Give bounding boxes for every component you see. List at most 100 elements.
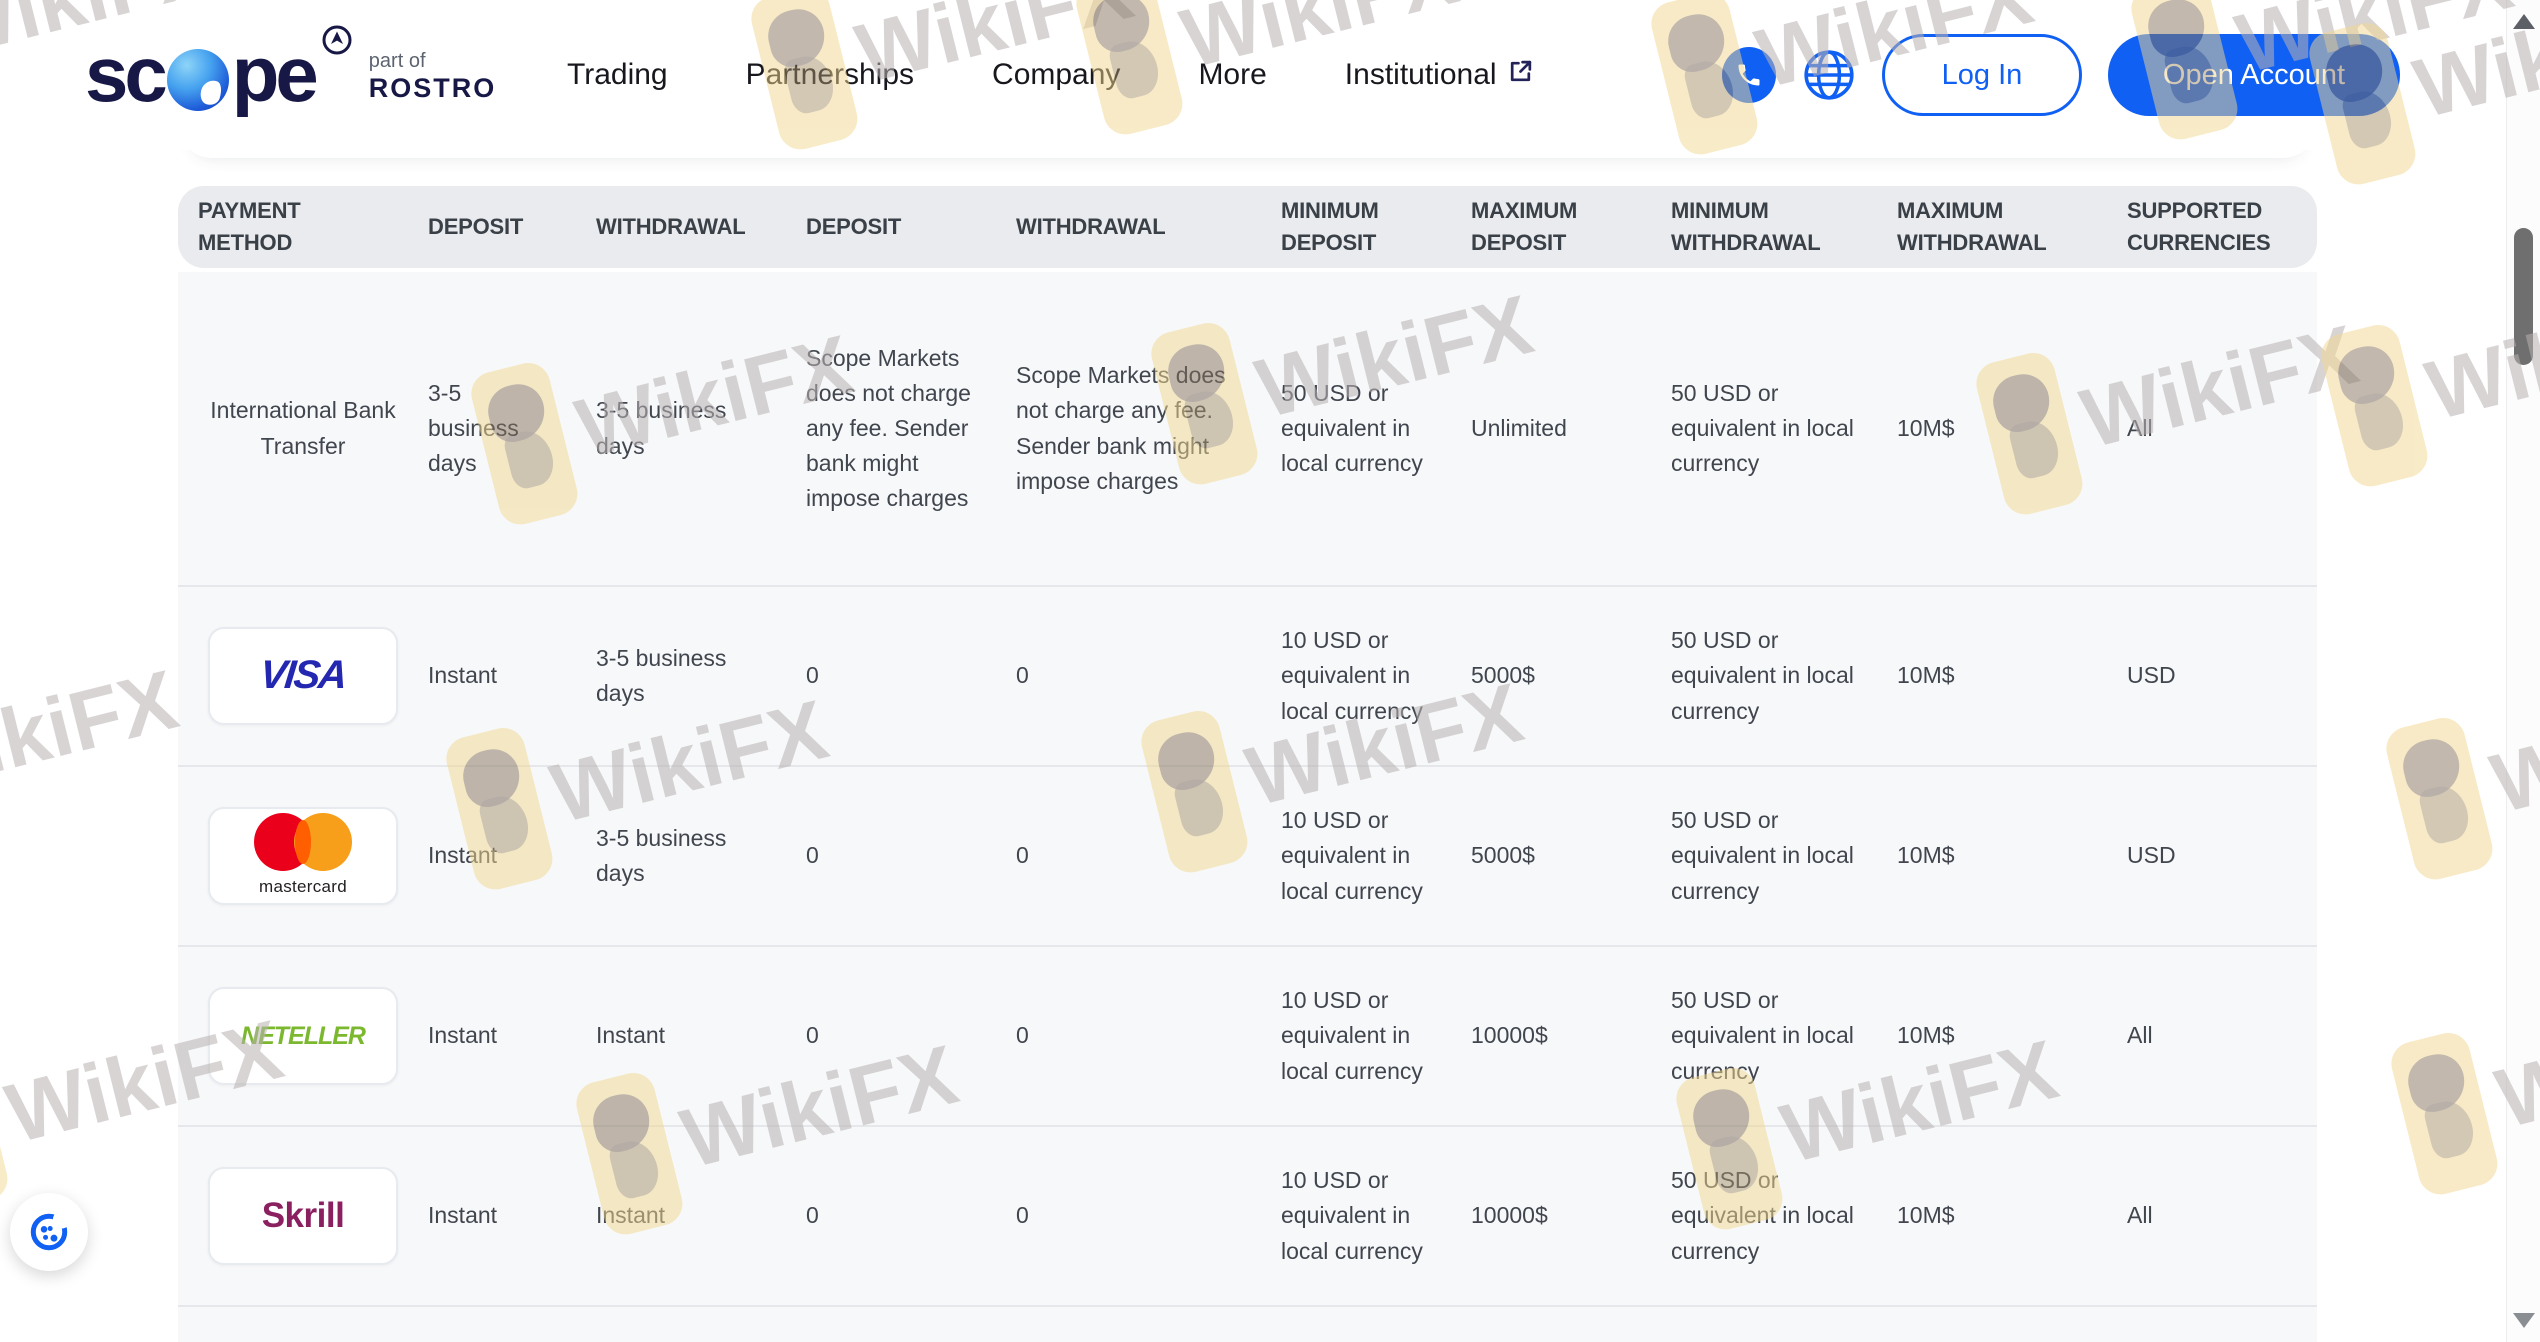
external-link-icon [1507, 58, 1534, 93]
table-cell: 0 [1016, 1000, 1281, 1071]
table-cell: 0 [806, 1000, 1016, 1071]
table-cell: Instant [596, 1180, 806, 1251]
skrill-logo: Skrill [208, 1167, 398, 1265]
wikifx-eagle-badge-icon [2317, 320, 2432, 491]
nav-right-cluster: Log In Open Account [1722, 0, 2400, 150]
table-row: VISAInstant3-5 business days0010 USD or … [178, 587, 2317, 767]
nav-item-company[interactable]: Company [992, 58, 1120, 92]
table-cell: 50 USD or equivalent in local currency [1671, 605, 1897, 747]
column-header: SUPPORTED CURRENCIES [2127, 195, 2317, 259]
nav-item-institutional-label: Institutional [1345, 58, 1497, 92]
nav-item-partnerships[interactable]: Partnerships [746, 58, 914, 92]
table-cell: 10000$ [1471, 1000, 1671, 1071]
column-header: PAYMENT METHOD [178, 195, 428, 259]
nav-links: Trading Partnerships Company More Instit… [567, 0, 1534, 150]
table-row: NETELLERInstantInstant0010 USD or equiva… [178, 947, 2317, 1127]
wikifx-eagle-badge-icon [2387, 1028, 2502, 1199]
payment-method-label: International Bank Transfer [188, 393, 418, 463]
table-cell: 50 USD or equivalent in local currency [1671, 785, 1897, 927]
vertical-scrollbar[interactable] [2506, 0, 2540, 1342]
nav-item-trading[interactable]: Trading [567, 58, 668, 92]
neteller-wordmark: NETELLER [241, 1017, 365, 1055]
nav-item-more[interactable]: More [1198, 58, 1266, 92]
wikifx-eagle-badge-icon [0, 1043, 12, 1214]
logo-sc: sc [85, 24, 164, 124]
cookie-settings-button[interactable] [10, 1193, 88, 1271]
neteller-logo: NETELLER [208, 987, 398, 1085]
table-cell: 50 USD or equivalent in local currency [1671, 1145, 1897, 1287]
column-header: MAXIMUM WITHDRAWAL [1897, 195, 2127, 259]
table-cell: 0 [806, 640, 1016, 711]
payment-method-cell: Skrill [178, 1149, 428, 1283]
table-cell: USD [2127, 820, 2317, 891]
table-cell: 0 [1016, 1180, 1281, 1251]
table-cell: 10 USD or equivalent in local currency [1281, 965, 1471, 1107]
scope-logo-wordmark: scpe [85, 24, 315, 124]
table-cell: Instant [428, 640, 596, 711]
table-cell: 5000$ [1471, 640, 1671, 711]
scope-logo-o-globe [167, 49, 229, 111]
table-cell: 5000$ [1471, 820, 1671, 891]
top-navbar: scpe part of ROSTRO Trading Partnerships… [0, 0, 2540, 150]
login-button[interactable]: Log In [1882, 34, 2082, 116]
table-cell: 3-5 business days [596, 623, 806, 729]
table-cell: All [2127, 1000, 2317, 1071]
payment-method-cell: VISA [178, 609, 428, 743]
table-body: International Bank Transfer3-5 business … [178, 272, 2317, 1342]
table-cell: 10M$ [1897, 820, 2127, 891]
table-cell: 0 [806, 1180, 1016, 1251]
table-cell: Instant [596, 1000, 806, 1071]
table-cell: Scope Markets does not charge any fee. S… [806, 323, 1016, 535]
wikifx-eagle-badge-icon [2382, 713, 2497, 884]
skrill-wordmark: Skrill [262, 1189, 345, 1243]
table-cell: 10M$ [1897, 1000, 2127, 1071]
scrollbar-up-arrow-icon[interactable] [2513, 14, 2535, 29]
table-row: International Bank Transfer3-5 business … [178, 272, 2317, 587]
visa-wordmark: VISA [257, 645, 349, 706]
table-cell: 3-5 business days [428, 358, 596, 500]
language-globe-button[interactable] [1802, 48, 1856, 102]
table-cell: 10 USD or equivalent in local currency [1281, 1145, 1471, 1287]
partner-name: ROSTRO [369, 73, 497, 104]
phone-contact-button[interactable] [1722, 47, 1776, 103]
visa-logo: VISA [208, 627, 398, 725]
page: scpe part of ROSTRO Trading Partnerships… [0, 0, 2540, 1342]
table-cell: Instant [428, 1000, 596, 1071]
table-cell: 0 [806, 820, 1016, 891]
table-row: 10 USD or equivalent in local currency [178, 1307, 2317, 1342]
column-header: MAXIMUM DEPOSIT [1471, 195, 1671, 259]
payment-method-cell: NETELLER [178, 969, 428, 1103]
column-header: WITHDRAWAL [596, 211, 806, 243]
table-cell: 10 USD or equivalent in local currency [1281, 1325, 1471, 1342]
wikifx-watermark: WikiFX [0, 622, 194, 864]
payment-method-cell: mastercard [178, 789, 428, 923]
logo-pe: pe [232, 24, 315, 124]
scope-logo[interactable]: scpe part of ROSTRO [85, 24, 496, 124]
payment-methods-table: PAYMENT METHOD DEPOSIT WITHDRAWAL DEPOSI… [178, 186, 2317, 1342]
table-row: mastercardInstant3-5 business days0010 U… [178, 767, 2317, 947]
nav-item-institutional[interactable]: Institutional [1345, 58, 1534, 93]
mastercard-mark: mastercard [254, 813, 352, 900]
open-account-button[interactable]: Open Account [2108, 34, 2400, 116]
column-header: DEPOSIT [806, 211, 1016, 243]
rostro-lockup: part of ROSTRO [369, 50, 497, 104]
table-cell: 10 USD or equivalent in local currency [1281, 785, 1471, 927]
table-cell: 0 [1016, 640, 1281, 711]
table-cell: USD [2127, 640, 2317, 711]
table-cell: Scope Markets does not charge any fee. S… [1016, 340, 1281, 517]
globe-icon [1802, 48, 1856, 102]
scrollbar-thumb[interactable] [2514, 228, 2533, 365]
table-cell: Instant [428, 820, 596, 891]
table-cell: 10M$ [1897, 393, 2127, 464]
table-cell: 10M$ [1897, 1180, 2127, 1251]
table-cell: 3-5 business days [596, 803, 806, 909]
table-header-row: PAYMENT METHOD DEPOSIT WITHDRAWAL DEPOSI… [178, 186, 2317, 268]
table-cell: 50 USD or equivalent in local currency [1671, 965, 1897, 1107]
mastercard-circles-icon [254, 813, 352, 871]
table-cell: 10M$ [1897, 640, 2127, 711]
table-cell: 3-5 business days [596, 375, 806, 481]
table-cell: 0 [1016, 820, 1281, 891]
table-cell: All [2127, 393, 2317, 464]
column-header: MINIMUM DEPOSIT [1281, 195, 1471, 259]
scrollbar-down-arrow-icon[interactable] [2513, 1313, 2535, 1328]
